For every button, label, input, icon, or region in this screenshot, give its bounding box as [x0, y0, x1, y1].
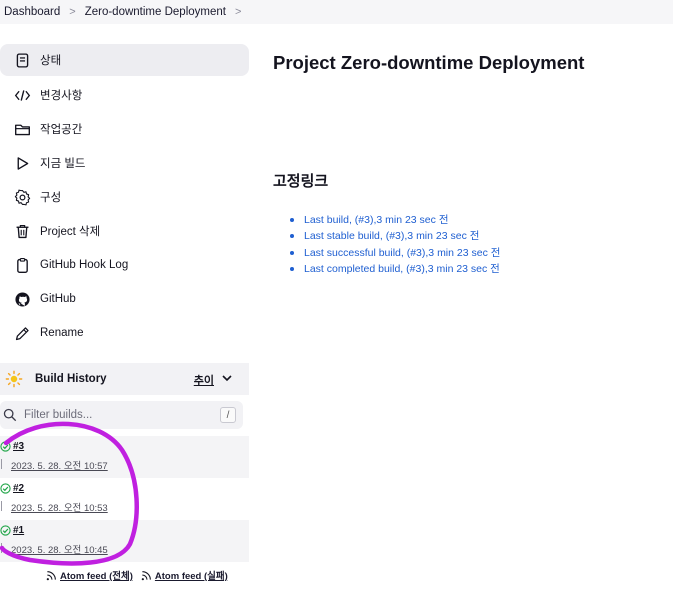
- sidebar-item-configure[interactable]: 구성: [0, 180, 250, 214]
- sidebar-item-github-hook-log[interactable]: GitHub Hook Log: [0, 248, 250, 282]
- filter-builds: /: [0, 401, 243, 429]
- play-icon: [13, 154, 31, 172]
- sidebar-item-label: Rename: [40, 327, 84, 339]
- breadcrumb-dashboard[interactable]: Dashboard: [4, 6, 60, 18]
- timeline-bar: [1, 501, 2, 511]
- code-icon: [13, 86, 31, 104]
- timeline-bar: [1, 543, 2, 553]
- last-stable-build-link[interactable]: Last stable build, (#3),3 min 23 sec 전: [304, 230, 479, 242]
- breadcrumb-separator[interactable]: >: [235, 6, 241, 18]
- clipboard-icon: [13, 256, 31, 274]
- sidebar: 상태 변경사항 작업공간 지금 빌드 구성 Project 삭제 GitHub …: [0, 44, 250, 350]
- breadcrumb: Dashboard > Zero-downtime Deployment >: [0, 0, 673, 24]
- permalinks-list: Last build, (#3),3 min 23 sec 전 Last sta…: [290, 212, 500, 277]
- sidebar-item-label: 지금 빌드: [40, 158, 86, 170]
- build-row[interactable]: #3 2023. 5. 28. 오전 10:57: [0, 436, 249, 478]
- sidebar-item-github[interactable]: GitHub: [0, 282, 250, 316]
- trend-link[interactable]: 추이: [194, 372, 214, 388]
- list-item: Last successful build, (#3),3 min 23 sec…: [290, 245, 500, 261]
- document-icon: [13, 51, 31, 69]
- timeline-bar: [1, 459, 2, 469]
- trash-icon: [13, 222, 31, 240]
- sidebar-item-label: Project 삭제: [40, 226, 101, 238]
- last-completed-build-link[interactable]: Last completed build, (#3),3 min 23 sec …: [304, 263, 500, 275]
- build-number-link[interactable]: #2: [13, 483, 24, 494]
- rss-icon: [46, 570, 56, 580]
- folder-icon: [13, 120, 31, 138]
- build-row[interactable]: #1 2023. 5. 28. 오전 10:45: [0, 520, 249, 562]
- success-check-icon: [0, 525, 11, 536]
- build-time-link[interactable]: 2023. 5. 28. 오전 10:53: [11, 500, 108, 514]
- rss-icon: [141, 570, 151, 580]
- list-item: Last completed build, (#3),3 min 23 sec …: [290, 261, 500, 277]
- permalinks-heading: 고정링크: [273, 173, 329, 190]
- sidebar-item-label: GitHub Hook Log: [40, 259, 129, 271]
- last-build-link[interactable]: Last build, (#3),3 min 23 sec 전: [304, 214, 448, 226]
- success-check-icon: [0, 441, 11, 452]
- list-item: Last stable build, (#3),3 min 23 sec 전: [290, 228, 500, 244]
- sidebar-item-workspace[interactable]: 작업공간: [0, 112, 250, 146]
- breadcrumb-separator: >: [69, 6, 76, 18]
- atom-feed-all-link[interactable]: Atom feed (전체): [60, 568, 133, 582]
- build-history-header: Build History 추이: [0, 363, 249, 395]
- sidebar-item-delete-project[interactable]: Project 삭제: [0, 214, 250, 248]
- build-number-link[interactable]: #3: [13, 441, 24, 452]
- list-item: Last build, (#3),3 min 23 sec 전: [290, 212, 500, 228]
- atom-feed-failures-link[interactable]: Atom feed (실패): [155, 568, 228, 582]
- page-title: Project Zero-downtime Deployment: [273, 52, 585, 73]
- filter-builds-input[interactable]: [24, 409, 204, 421]
- sidebar-item-label: 작업공간: [40, 124, 83, 136]
- sidebar-item-label: GitHub: [40, 293, 76, 305]
- sidebar-item-status[interactable]: 상태: [0, 44, 249, 76]
- gear-icon: [13, 188, 31, 206]
- atom-feeds: Atom feed (전체) Atom feed (실패): [46, 568, 236, 582]
- success-check-icon: [0, 483, 11, 494]
- chevron-down-icon[interactable]: [221, 372, 233, 384]
- breadcrumb-project[interactable]: Zero-downtime Deployment: [85, 6, 226, 18]
- filter-shortcut-key: /: [220, 407, 236, 423]
- sidebar-item-changes[interactable]: 변경사항: [0, 78, 250, 112]
- sidebar-item-build-now[interactable]: 지금 빌드: [0, 146, 250, 180]
- build-history-title: Build History: [35, 373, 107, 385]
- sidebar-item-rename[interactable]: Rename: [0, 316, 250, 350]
- pencil-icon: [13, 324, 31, 342]
- build-time-link[interactable]: 2023. 5. 28. 오전 10:57: [11, 458, 108, 472]
- build-row[interactable]: #2 2023. 5. 28. 오전 10:53: [0, 478, 249, 520]
- sidebar-item-label: 구성: [40, 192, 62, 204]
- last-successful-build-link[interactable]: Last successful build, (#3),3 min 23 sec…: [304, 247, 500, 259]
- github-icon: [13, 290, 31, 308]
- sidebar-item-label: 상태: [40, 55, 62, 67]
- build-time-link[interactable]: 2023. 5. 28. 오전 10:45: [11, 542, 108, 556]
- search-icon: [3, 408, 17, 422]
- build-number-link[interactable]: #1: [13, 525, 24, 536]
- sidebar-item-label: 변경사항: [40, 90, 83, 102]
- sun-icon: [5, 370, 23, 388]
